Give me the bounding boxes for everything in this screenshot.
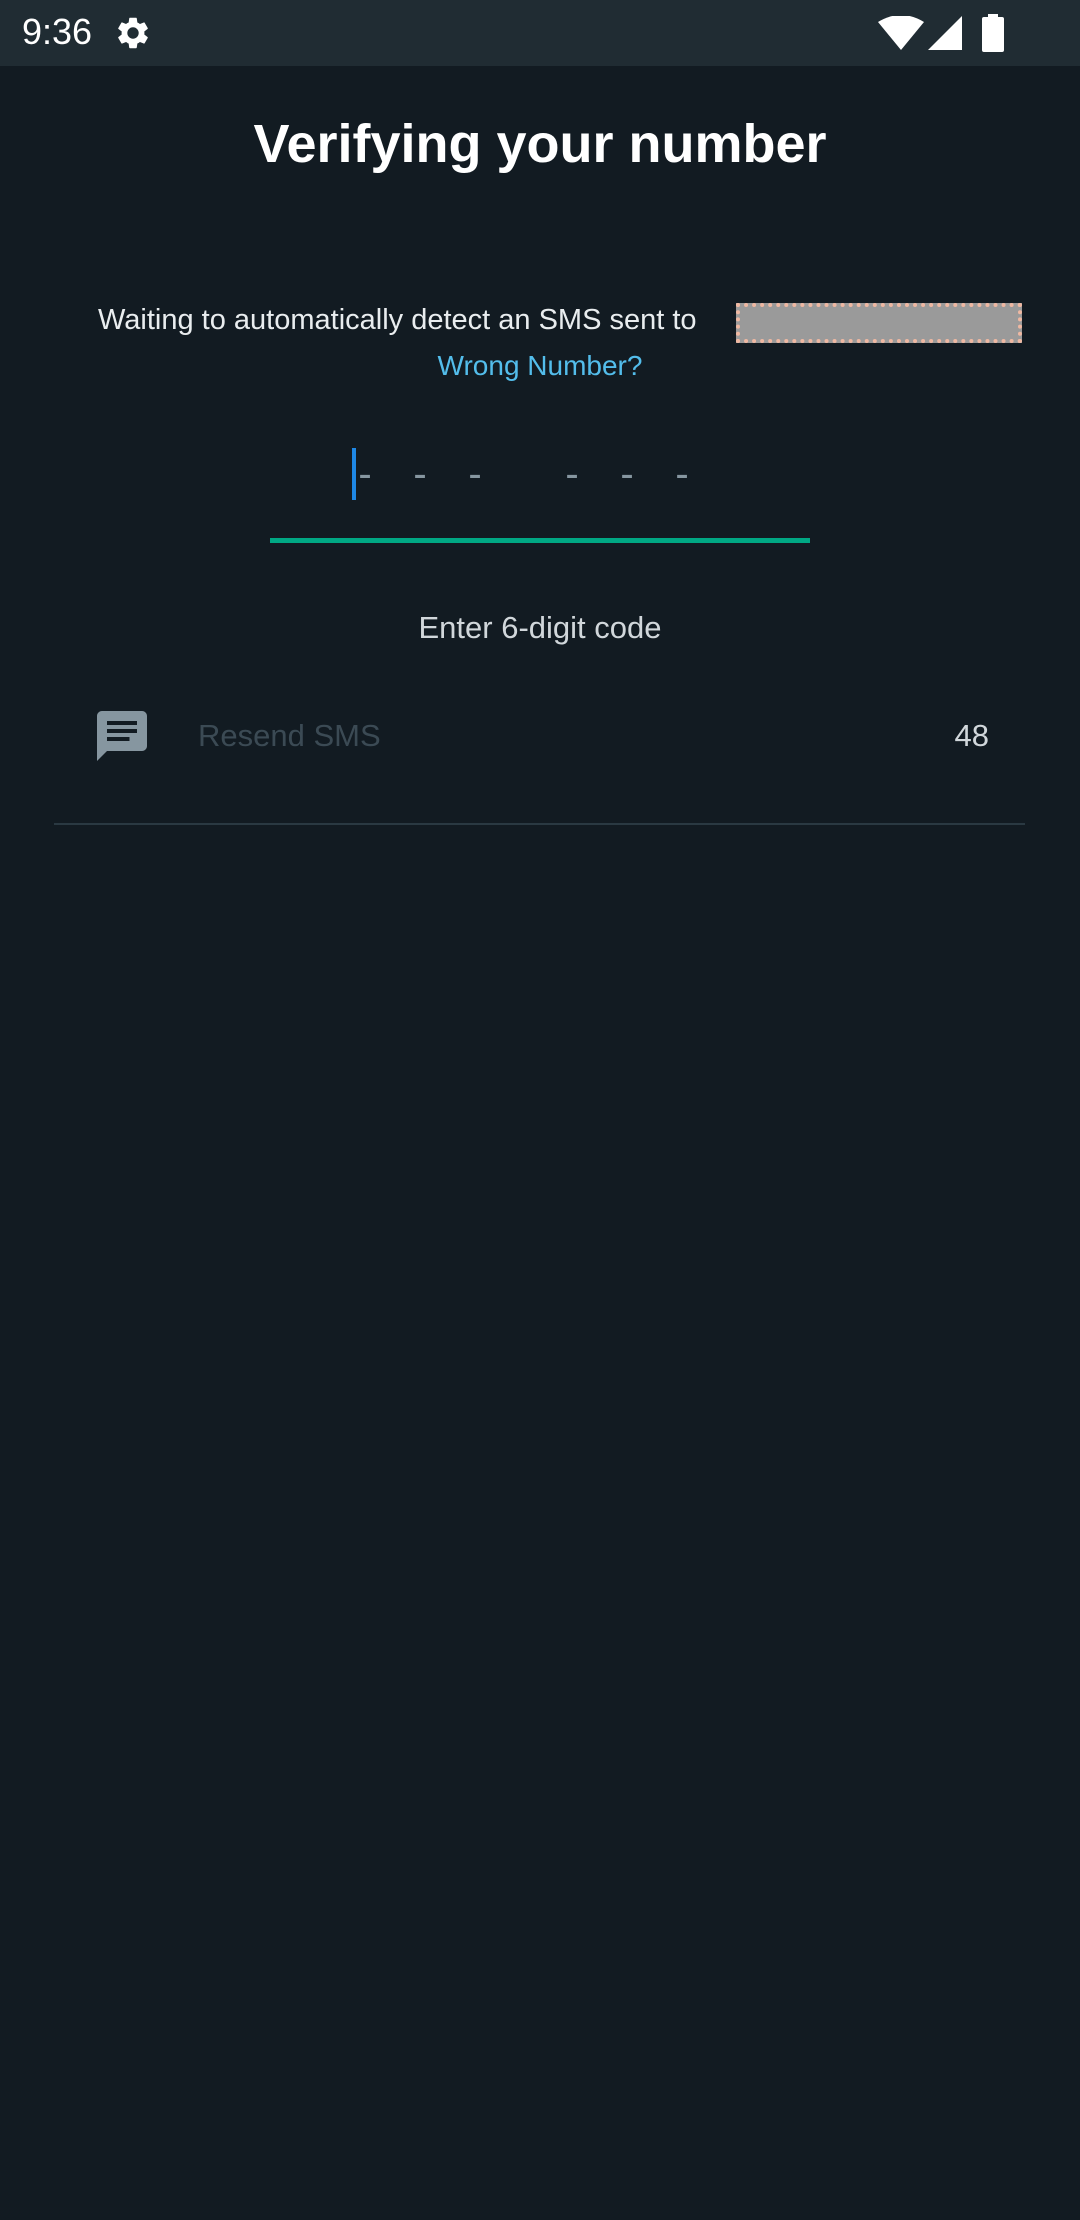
signal-icon — [928, 16, 962, 50]
status-bar: 9:36 — [0, 0, 1080, 66]
code-digit-slot: - — [358, 452, 372, 496]
code-input-underline — [270, 538, 810, 543]
code-digit-slot: - — [565, 452, 579, 496]
code-digit-slot: - — [413, 452, 427, 496]
message-icon — [97, 711, 147, 761]
waiting-text: Waiting to automatically detect an SMS s… — [98, 304, 697, 336]
divider — [54, 823, 1025, 825]
code-digit-slot: - — [675, 452, 689, 496]
resend-countdown: 48 — [954, 718, 989, 753]
resend-sms-label: Resend SMS — [198, 718, 381, 753]
code-digit-slot: - — [468, 452, 482, 496]
status-time: 9:36 — [22, 11, 93, 52]
verification-screen: 9:36 Verifying your number Waiting to au… — [0, 0, 1080, 2220]
gear-icon — [118, 17, 148, 49]
battery-icon — [982, 14, 1004, 52]
wrong-number-link[interactable]: Wrong Number? — [0, 346, 1080, 386]
code-digit-slot: - — [620, 452, 634, 496]
redacted-phone-number — [736, 303, 1022, 343]
code-input[interactable]: - - - - - - — [270, 430, 810, 544]
resend-sms-button[interactable]: Resend SMS 48 — [54, 690, 1025, 786]
page-title: Verifying your number — [253, 114, 827, 174]
wifi-icon — [878, 16, 924, 50]
code-hint: Enter 6-digit code — [418, 610, 662, 645]
